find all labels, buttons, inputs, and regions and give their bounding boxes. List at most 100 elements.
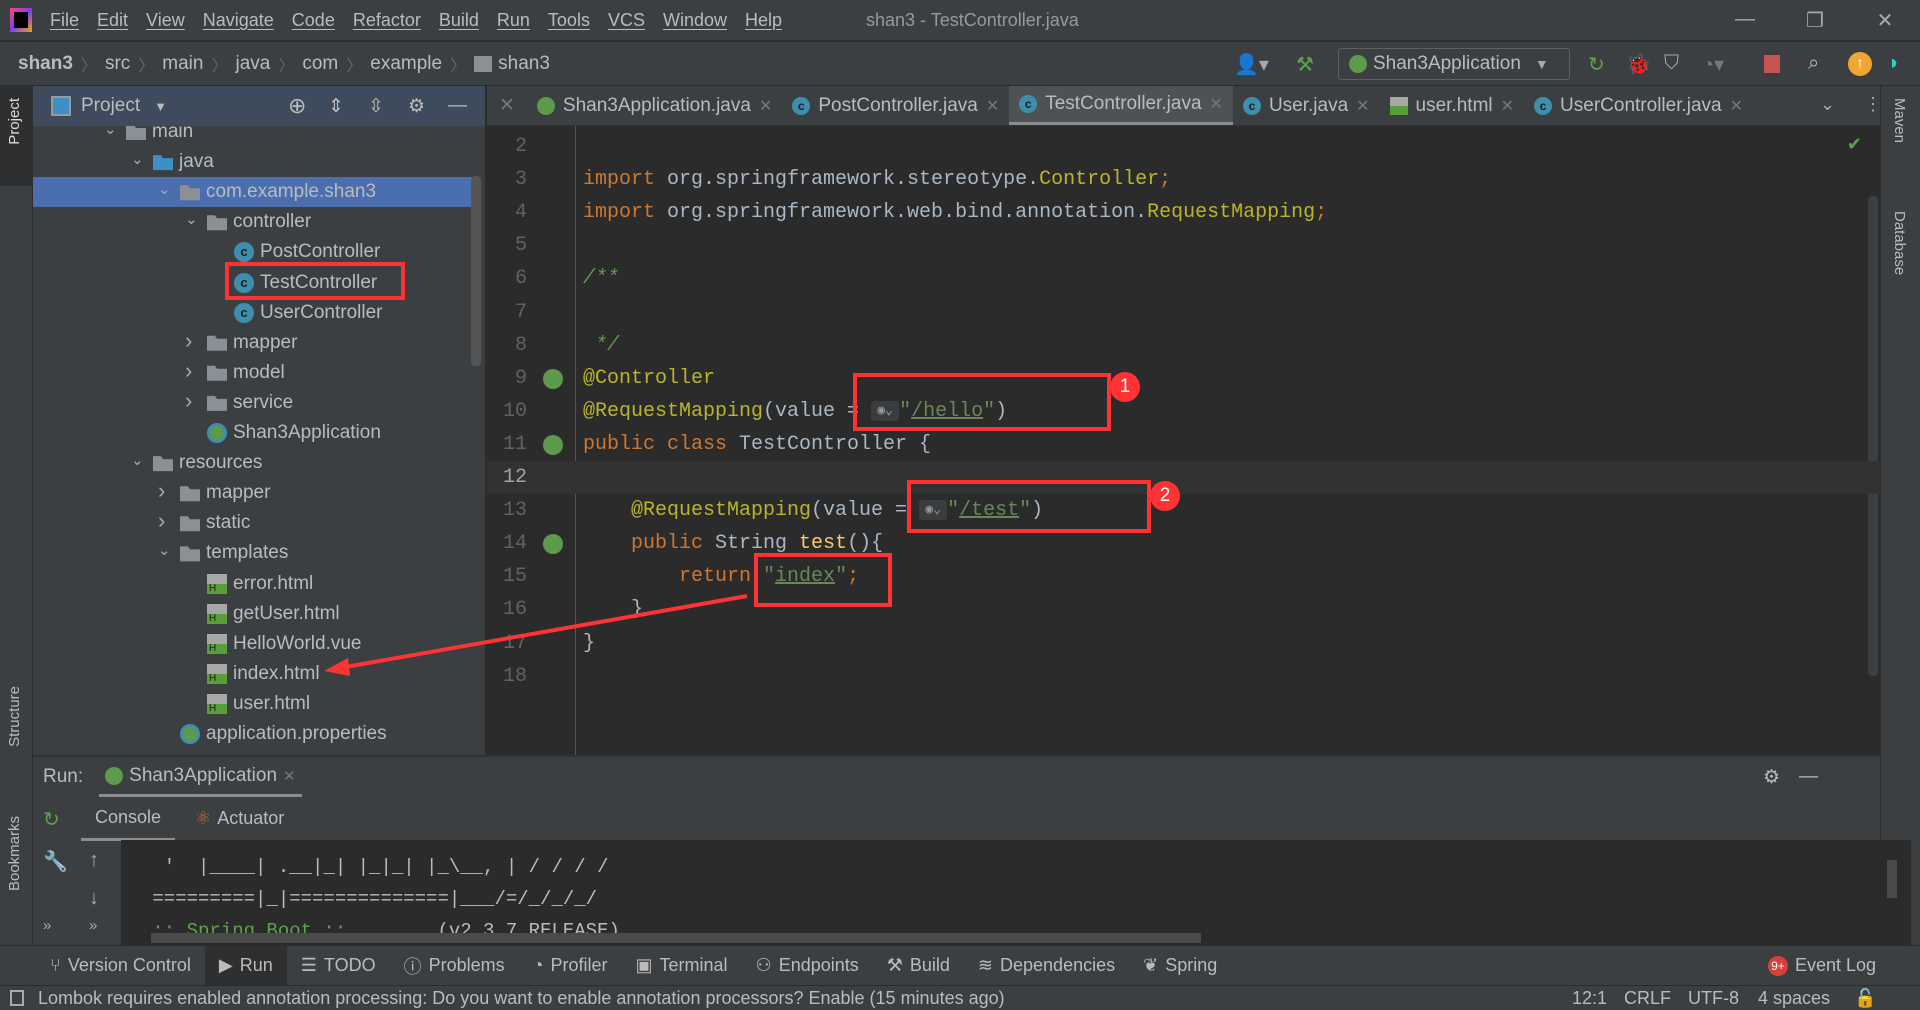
tree-item[interactable]: ⌄ main bbox=[33, 126, 473, 147]
close-icon[interactable]: ✕ bbox=[1730, 96, 1743, 116]
tab-shan3application-java[interactable]: Shan3Application.java ✕ bbox=[527, 86, 782, 125]
tree-item[interactable]: Herror.html bbox=[33, 569, 473, 599]
tool-todo[interactable]: ☰ TODO bbox=[287, 946, 390, 986]
rerun-icon[interactable]: ↻ bbox=[1588, 52, 1605, 77]
close-icon[interactable]: ✕ bbox=[1501, 96, 1514, 116]
close-button[interactable]: ✕ bbox=[1870, 8, 1900, 33]
coverage-icon[interactable]: ⛉ bbox=[1664, 52, 1679, 75]
breadcrumb-item[interactable]: com 〉 bbox=[302, 52, 370, 76]
gear-icon[interactable]: ⚙ bbox=[1763, 766, 1780, 789]
tool-spring[interactable]: ❦ Spring bbox=[1129, 946, 1231, 986]
tree-item[interactable]: Hindex.html bbox=[33, 659, 473, 689]
close-icon[interactable]: ✕ bbox=[759, 96, 772, 116]
tree-item[interactable]: › model bbox=[33, 358, 473, 388]
tool-profiler[interactable]: ◔ Profiler bbox=[519, 946, 622, 986]
tree-item[interactable]: ⌄ resources bbox=[33, 448, 473, 478]
breadcrumb-item[interactable]: shan3 bbox=[474, 52, 550, 76]
menu-refactor[interactable]: Refactor bbox=[353, 10, 421, 31]
spring-web-icon[interactable] bbox=[543, 534, 563, 555]
chevron-down-icon[interactable]: ⌄ bbox=[131, 150, 144, 168]
tree-item[interactable]: HgetUser.html bbox=[33, 599, 473, 629]
tree-item[interactable]: Shan3Application bbox=[33, 418, 473, 448]
status-toggle-icon[interactable] bbox=[10, 990, 24, 1006]
chevron-down-icon[interactable]: ▼ bbox=[154, 99, 167, 114]
menu-run[interactable]: Run bbox=[497, 10, 530, 31]
chevron-right-icon[interactable]: › bbox=[158, 478, 165, 504]
tree-item[interactable]: H HelloWorld.vue bbox=[33, 629, 473, 659]
caret-position[interactable]: 12:1 bbox=[1572, 988, 1607, 1009]
tab-user-java[interactable]: c User.java ✕ bbox=[1233, 86, 1380, 125]
file-encoding[interactable]: UTF-8 bbox=[1688, 988, 1739, 1009]
maven-tool-button[interactable]: Maven bbox=[1891, 98, 1908, 143]
tree-item[interactable]: › mapper bbox=[33, 478, 473, 508]
search-icon[interactable]: ⌕ bbox=[1808, 52, 1819, 75]
collapse-all-icon[interactable]: ⇳ bbox=[368, 95, 384, 118]
tab-user-html[interactable]: user.html ✕ bbox=[1380, 86, 1525, 125]
tool-endpoints[interactable]: ⚇ Endpoints bbox=[742, 946, 873, 986]
menu-code[interactable]: Code bbox=[292, 10, 335, 31]
menu-build[interactable]: Build bbox=[439, 10, 479, 31]
line-separator[interactable]: CRLF bbox=[1624, 988, 1671, 1009]
tree-item[interactable]: c PostController bbox=[33, 237, 473, 267]
chevron-down-icon[interactable]: ⌄ bbox=[1820, 94, 1835, 115]
tree-item[interactable]: ⌄ java bbox=[33, 147, 473, 177]
breadcrumb-item[interactable]: java 〉 bbox=[235, 52, 302, 76]
rerun-icon[interactable]: ↻ bbox=[43, 807, 60, 832]
more-icon[interactable]: » bbox=[89, 917, 97, 934]
tab-testcontroller-java[interactable]: c TestController.java ✕ bbox=[1009, 86, 1233, 125]
minimize-button[interactable]: — bbox=[1730, 8, 1760, 31]
menu-file[interactable]: File bbox=[50, 10, 79, 31]
tree-item[interactable]: c TestController bbox=[33, 268, 473, 298]
tree-item[interactable]: Huser.html bbox=[33, 689, 473, 719]
restore-button[interactable]: ❐ bbox=[1800, 8, 1830, 33]
chevron-right-icon[interactable]: › bbox=[185, 358, 192, 384]
debug-icon[interactable]: 🐞 bbox=[1626, 52, 1651, 77]
chevron-down-icon[interactable]: ⌄ bbox=[131, 451, 144, 469]
tree-item[interactable]: ⌄ controller bbox=[33, 207, 473, 237]
chevron-right-icon[interactable]: › bbox=[185, 388, 192, 414]
tool-dependencies[interactable]: ≋ Dependencies bbox=[964, 946, 1129, 986]
chevron-down-icon[interactable]: ⌄ bbox=[158, 541, 171, 559]
code-token[interactable]: index bbox=[775, 565, 835, 588]
tool-version-control[interactable]: ⑂ Version Control bbox=[36, 946, 205, 986]
chevron-down-icon[interactable]: ⌄ bbox=[158, 180, 171, 198]
tab-usercontroller-java[interactable]: c UserController.java ✕ bbox=[1524, 86, 1753, 125]
close-icon[interactable]: ✕ bbox=[1356, 96, 1369, 116]
breadcrumb-item[interactable]: src 〉 bbox=[105, 52, 162, 76]
database-tool-button[interactable]: Database bbox=[1891, 211, 1908, 275]
run-tab[interactable]: Shan3Application ✕ bbox=[99, 757, 302, 797]
menu-view[interactable]: View bbox=[146, 10, 185, 31]
tree-item[interactable]: application.properties bbox=[33, 719, 473, 749]
tree-item[interactable]: ⌄ templates bbox=[33, 538, 473, 568]
console-h-scrollbar[interactable] bbox=[151, 933, 1201, 943]
build-hammer-icon[interactable]: ⚒ bbox=[1296, 52, 1314, 77]
close-icon[interactable]: ✕ bbox=[487, 86, 527, 125]
close-icon[interactable]: ✕ bbox=[1210, 94, 1223, 114]
console-v-scrollbar[interactable] bbox=[1887, 860, 1897, 898]
menu-vcs[interactable]: VCS bbox=[608, 10, 645, 31]
tree-item[interactable]: › service bbox=[33, 388, 473, 418]
tree-item[interactable]: c UserController bbox=[33, 298, 473, 328]
tool-run[interactable]: ▶ Run bbox=[204, 945, 287, 986]
profile-icon[interactable]: ◔▾ bbox=[1702, 52, 1724, 77]
gear-icon[interactable]: ⚙ bbox=[408, 95, 425, 118]
event-log-button[interactable]: 9+ Event Log bbox=[1754, 946, 1890, 986]
scroll-up-icon[interactable]: ↑ bbox=[89, 849, 99, 872]
chevron-right-icon[interactable]: › bbox=[158, 508, 165, 534]
tree-item[interactable]: › mapper bbox=[33, 328, 473, 358]
hide-icon[interactable]: — bbox=[1799, 766, 1818, 788]
tool-terminal[interactable]: ▣ Terminal bbox=[622, 946, 742, 986]
status-message[interactable]: Lombok requires enabled annotation proce… bbox=[38, 988, 1005, 1009]
tree-item[interactable]: ⌄ com.example.shan3 bbox=[33, 177, 473, 208]
menu-window[interactable]: Window bbox=[663, 10, 727, 31]
tree-item[interactable]: › static bbox=[33, 508, 473, 538]
breadcrumb-item[interactable]: example 〉 bbox=[370, 52, 474, 76]
spring-web-icon[interactable] bbox=[543, 434, 563, 455]
breadcrumb-item[interactable]: main 〉 bbox=[162, 52, 235, 76]
spring-bean-icon[interactable] bbox=[543, 368, 563, 389]
chevron-down-icon[interactable]: ⌄ bbox=[185, 210, 198, 228]
project-view-select[interactable]: Project bbox=[81, 95, 140, 117]
code-token[interactable]: /hello bbox=[911, 400, 983, 423]
plugin-icon[interactable]: ◗ bbox=[1888, 52, 1900, 75]
chevron-right-icon[interactable]: › bbox=[185, 328, 192, 354]
